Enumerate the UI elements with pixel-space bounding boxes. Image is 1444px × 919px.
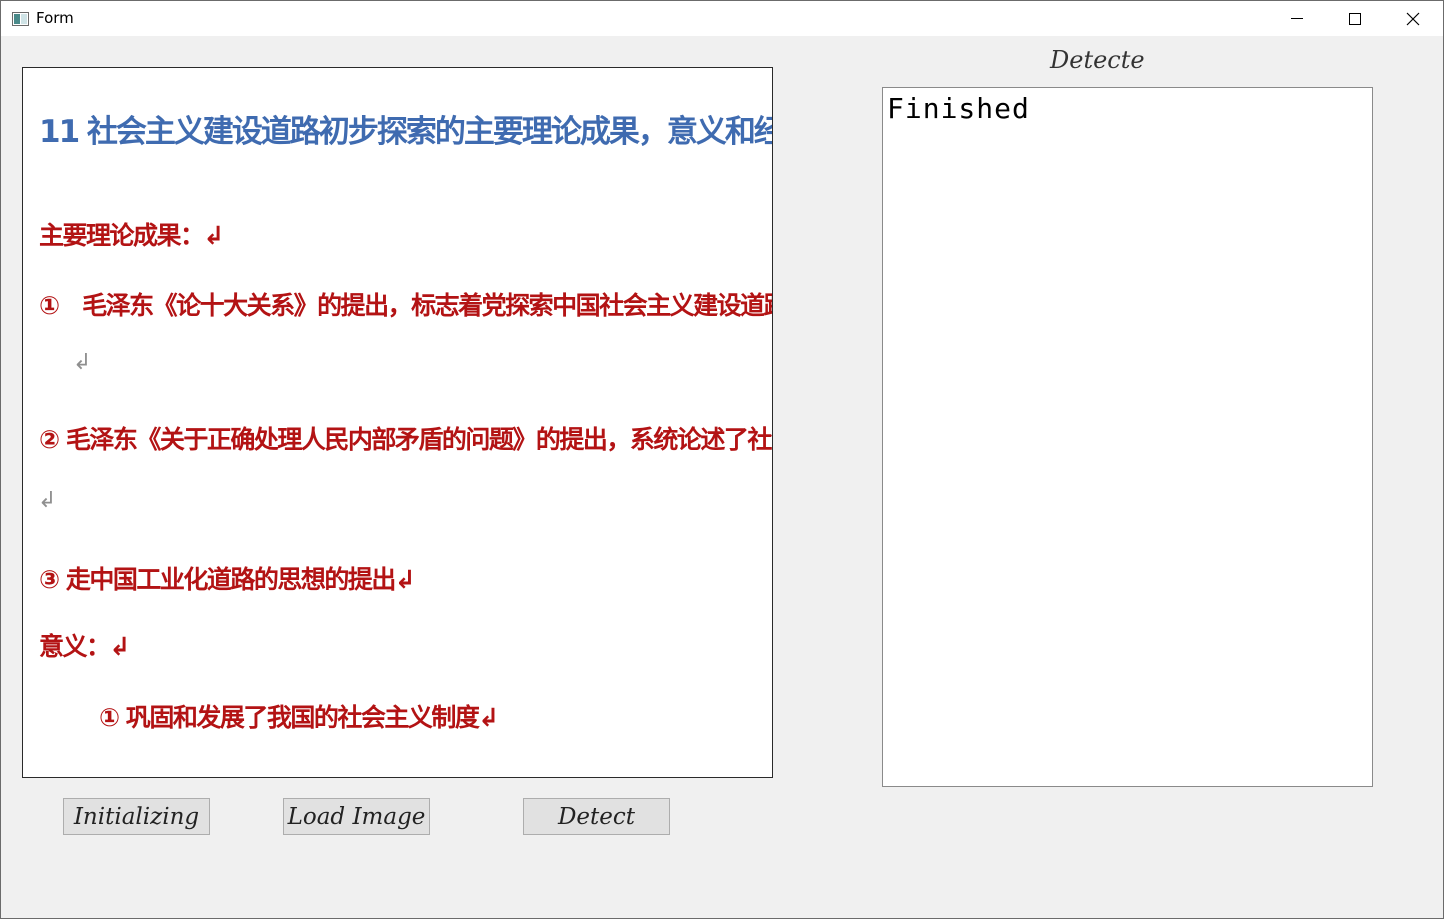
load-image-button[interactable]: Load Image (283, 798, 430, 835)
detect-label: Detecte (1050, 46, 1145, 74)
close-icon (1406, 12, 1420, 25)
document-heading: 11 社会主义建设道路初步探索的主要理论成果，意义和经验教训↲ (39, 114, 772, 150)
document-line: ① 巩固和发展了我国的社会主义制度↲ (99, 703, 499, 732)
maximize-icon (1349, 12, 1361, 25)
minimize-button[interactable] (1268, 1, 1326, 36)
paragraph-mark: ↲ (73, 350, 92, 375)
title-bar: Form (1, 1, 1443, 36)
paragraph-mark: ↲ (38, 488, 57, 513)
maximize-button[interactable] (1326, 1, 1384, 36)
document-line: ② 毛泽东《关于正确处理人民内部矛盾的问题》的提出，系统论述了社会主义矛盾。↲ (39, 425, 772, 454)
document-line: ③ 走中国工业化道路的思想的提出↲ (39, 565, 416, 594)
document-line: 主要理论成果：↲ (39, 221, 224, 250)
result-text: Finished (887, 92, 1030, 125)
detect-button[interactable]: Detect (523, 798, 670, 835)
app-icon (12, 11, 29, 26)
loaded-image-display: 11 社会主义建设道路初步探索的主要理论成果，意义和经验教训↲ 主要理论成果：↲… (22, 67, 773, 778)
document-line: 意义：↲ (39, 632, 130, 661)
minimize-icon (1291, 17, 1303, 19)
result-text-area[interactable]: Finished (882, 87, 1373, 787)
window-title: Form (36, 9, 74, 27)
close-button[interactable] (1384, 1, 1442, 36)
initializing-button[interactable]: Initializing (63, 798, 210, 835)
document-line: ① 毛泽东《论十大关系》的提出，标志着党探索中国社会主义建设道路的良好开端↲ (39, 291, 772, 320)
